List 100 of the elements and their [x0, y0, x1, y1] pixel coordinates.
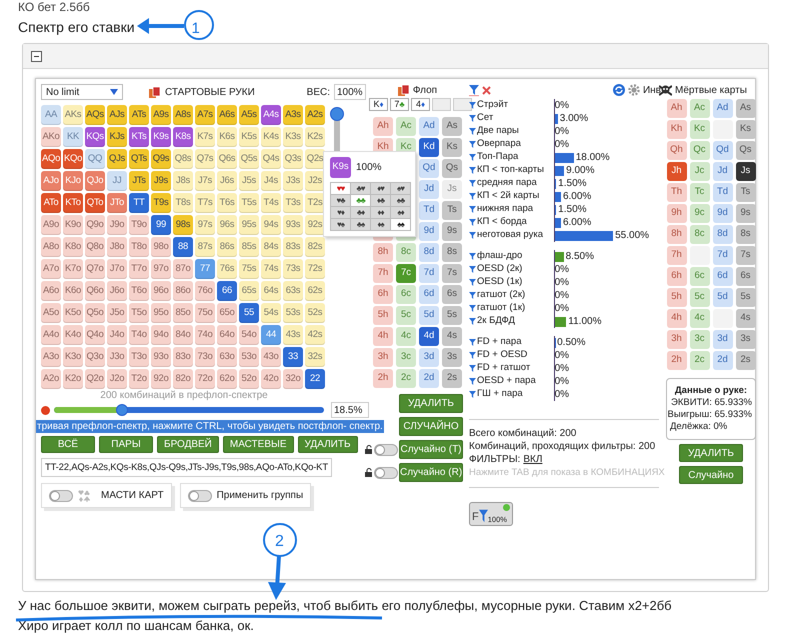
dead-button[interactable]: УДАЛИТЬ: [679, 444, 743, 462]
hand-cell[interactable]: 83o: [173, 347, 193, 367]
card-cell[interactable]: 3s: [442, 348, 462, 367]
hand-cell[interactable]: Q7s: [195, 149, 215, 169]
hand-cell[interactable]: A7o: [41, 259, 61, 279]
hand-cell[interactable]: 72s: [305, 259, 325, 279]
hand-cell[interactable]: J6o: [107, 281, 127, 301]
combo-cell[interactable]: ♦♠: [371, 219, 390, 230]
hand-cell[interactable]: J6s: [217, 171, 237, 191]
hand-cell[interactable]: AKs: [63, 105, 83, 125]
weight-field[interactable]: 100%: [334, 84, 366, 100]
hand-cell[interactable]: 62o: [217, 369, 237, 389]
board-card[interactable]: 4♦: [411, 98, 430, 111]
hand-cell[interactable]: 98o: [151, 237, 171, 257]
hand-cell[interactable]: Q2o: [85, 369, 105, 389]
hand-cell[interactable]: Q3s: [283, 149, 303, 169]
hand-cell[interactable]: 33: [283, 347, 303, 367]
empty-card-slot[interactable]: [453, 98, 472, 111]
card-cell[interactable]: Js: [736, 162, 756, 181]
board-card[interactable]: 7♣: [390, 98, 409, 111]
card-cell[interactable]: 7c: [396, 264, 416, 283]
hand-cell[interactable]: 76s: [217, 259, 237, 279]
hand-cell[interactable]: AQo: [41, 149, 61, 169]
range-field[interactable]: TT-22,AQs-A2s,KQs-K8s,QJs-Q9s,JTs-J9s,T9s,98s,AQo-ATo,KQo-KT: [41, 458, 332, 477]
card-cell[interactable]: Jc: [690, 162, 710, 181]
combo-cell[interactable]: ♥♦: [331, 207, 350, 218]
card-cell[interactable]: Ad: [419, 117, 439, 136]
hand-cell[interactable]: T2s: [305, 193, 325, 213]
hand-cell[interactable]: J3o: [107, 347, 127, 367]
hand-cell[interactable]: A4o: [41, 325, 61, 345]
card-cell[interactable]: 5h: [373, 306, 393, 325]
hand-cell[interactable]: 72o: [195, 369, 215, 389]
card-cell[interactable]: Ks: [736, 120, 756, 139]
range-button[interactable]: УДАЛИТЬ: [298, 436, 358, 453]
hand-cell[interactable]: KJs: [107, 127, 127, 147]
hand-cell[interactable]: K9s: [151, 127, 171, 147]
hand-cell[interactable]: K2o: [63, 369, 83, 389]
card-cell[interactable]: Ah: [373, 117, 393, 136]
hand-cell[interactable]: A6o: [41, 281, 61, 301]
card-cell[interactable]: 3s: [736, 330, 756, 349]
hand-cell[interactable]: J8s: [173, 171, 193, 191]
hand-cell[interactable]: 22: [305, 369, 325, 389]
card-cell[interactable]: 7s: [736, 246, 756, 265]
hand-cell[interactable]: A8s: [173, 105, 193, 125]
card-cell[interactable]: 2c: [690, 351, 710, 370]
hand-cell[interactable]: 94o: [151, 325, 171, 345]
hand-cell[interactable]: AA: [41, 105, 61, 125]
percent-field[interactable]: 18.5%: [331, 402, 369, 418]
hand-cell[interactable]: K2s: [305, 127, 325, 147]
card-cell[interactable]: 9d: [419, 222, 439, 241]
card-cell[interactable]: Ad: [712, 99, 732, 118]
hand-cell[interactable]: J2o: [107, 369, 127, 389]
card-cell[interactable]: 6s: [736, 267, 756, 286]
card-cell[interactable]: 6h: [666, 267, 686, 286]
hand-cell[interactable]: A5o: [41, 303, 61, 323]
card-cell[interactable]: Ac: [396, 117, 416, 136]
hand-cell[interactable]: J2s: [305, 171, 325, 191]
hand-cell[interactable]: K6o: [63, 281, 83, 301]
hand-cell[interactable]: ATo: [41, 193, 61, 213]
card-cell[interactable]: Tc: [690, 183, 710, 202]
hand-cell[interactable]: T6o: [129, 281, 149, 301]
hand-cell[interactable]: 87s: [195, 237, 215, 257]
card-cell[interactable]: 7h: [373, 264, 393, 283]
combo-cell[interactable]: ♣♦: [351, 207, 370, 218]
hand-cell[interactable]: Q9s: [151, 149, 171, 169]
hand-cell[interactable]: T7s: [195, 193, 215, 213]
flop-button[interactable]: СЛУЧАЙНО: [399, 417, 463, 436]
slider-start-handle[interactable]: [41, 406, 50, 414]
hand-cell[interactable]: 52o: [239, 369, 259, 389]
filters-link[interactable]: ВКЛ: [523, 454, 542, 466]
hand-cell[interactable]: AKo: [41, 127, 61, 147]
combo-cell[interactable]: ♠♠: [391, 219, 410, 230]
card-cell[interactable]: 3c: [396, 348, 416, 367]
hand-cell[interactable]: 53s: [283, 303, 303, 323]
hand-cell[interactable]: KTo: [63, 193, 83, 213]
card-cell[interactable]: Ts: [736, 183, 756, 202]
hand-cell[interactable]: 74o: [195, 325, 215, 345]
hand-cell[interactable]: A2o: [41, 369, 61, 389]
hand-cell[interactable]: 55: [239, 303, 259, 323]
hand-cell[interactable]: 53o: [239, 347, 259, 367]
hand-cell[interactable]: QTo: [85, 193, 105, 213]
card-cell[interactable]: 8h: [666, 225, 686, 244]
card-cell[interactable]: Kh: [666, 120, 686, 139]
card-cell[interactable]: 4s: [736, 309, 756, 328]
hand-cell[interactable]: A5s: [239, 105, 259, 125]
hand-cell[interactable]: Q8o: [85, 237, 105, 257]
hand-cell[interactable]: J4o: [107, 325, 127, 345]
hand-cell[interactable]: Q4o: [85, 325, 105, 345]
hand-cell[interactable]: 52s: [305, 303, 325, 323]
dead-button[interactable]: Случайно: [679, 466, 743, 484]
card-cell[interactable]: 4c: [396, 327, 416, 346]
card-cell[interactable]: Jd: [419, 180, 439, 199]
hand-cell[interactable]: K7o: [63, 259, 83, 279]
hand-cell[interactable]: 77: [195, 259, 215, 279]
hand-cell[interactable]: KQo: [63, 149, 83, 169]
card-cell[interactable]: 3h: [666, 330, 686, 349]
flop-button[interactable]: Случайно (R): [399, 463, 463, 482]
card-cell[interactable]: 4h: [373, 327, 393, 346]
hand-cell[interactable]: 96s: [217, 215, 237, 235]
card-cell[interactable]: Ah: [666, 99, 686, 118]
